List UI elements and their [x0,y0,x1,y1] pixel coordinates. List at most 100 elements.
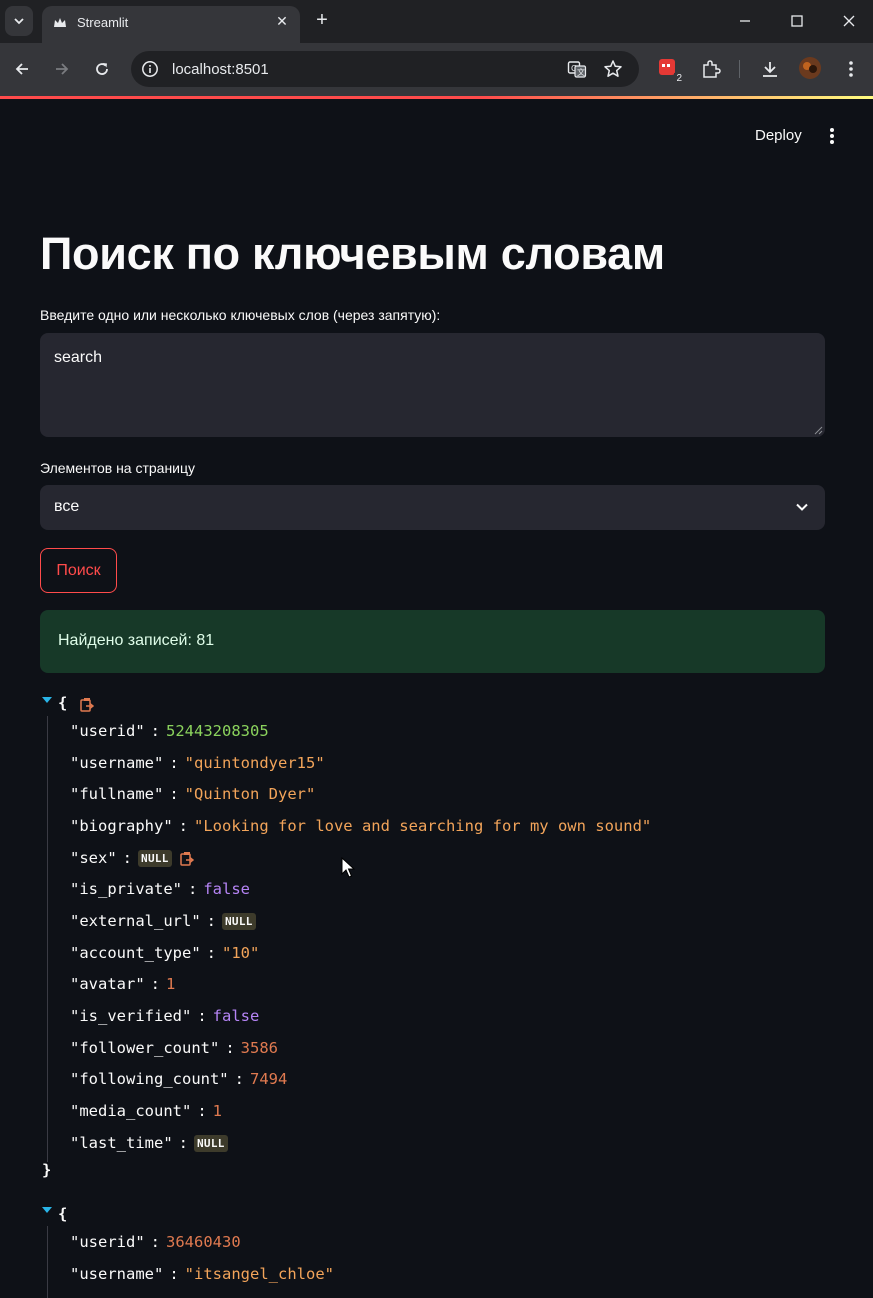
json-field-biography: "biography": "Looking for love and search… [70,816,651,836]
json-key: "is_private" [70,880,182,898]
json-key: "username" [70,754,164,772]
extensions-puzzle-icon[interactable] [700,58,722,80]
json-field-userid: "userid":52443208305 [70,721,269,741]
json-colon: : [206,912,216,930]
address-bar[interactable]: localhost:8501 G文 [131,51,639,87]
extension-badge-icon[interactable]: 2 [658,58,684,84]
json-colon: : [150,722,160,740]
result-alert: Найдено записей: 81 [40,610,825,673]
chevron-down-icon [796,503,808,511]
keywords-textarea[interactable]: search [40,333,825,437]
json-field-username: "username": "itsangel_chloe" [70,1264,334,1284]
json-key: "external_url" [70,912,201,930]
url-text: localhost:8501 [172,61,269,78]
json-colon: : [178,817,188,835]
streamlit-crown-icon [54,18,66,27]
profile-avatar-icon[interactable] [798,56,822,80]
json-open-brace: { [58,1205,68,1223]
json-value: "Looking for love and searching for my o… [194,817,652,835]
json-field-userid: "userid":36460430 [70,1232,241,1252]
json-field-media-count: "media_count":1 [70,1101,222,1121]
json-value: 3586 [240,1039,278,1057]
browser-menu-icon[interactable] [840,58,862,80]
json-key: "sex" [70,849,117,867]
new-tab-icon[interactable]: + [312,10,332,30]
json-open-brace: { [58,694,68,712]
browser-tab-bar: Streamlit ✕ + [0,0,873,43]
json-colon: : [169,1265,179,1283]
per-page-label: Элементов на страницу [40,460,196,476]
collapse-caret-icon[interactable] [42,697,52,703]
close-tab-icon[interactable]: ✕ [274,13,290,29]
json-value: "itsangel_chloe" [184,1265,334,1283]
json-key: "biography" [70,817,173,835]
resize-grip-icon[interactable] [814,426,823,435]
copy-icon[interactable] [179,851,194,866]
forward-arrow-icon[interactable] [50,57,74,81]
maximize-icon[interactable] [788,12,806,30]
json-colon: : [150,1233,160,1251]
tab-search-button[interactable] [5,6,33,36]
json-key: "userid" [70,1233,145,1251]
copy-icon[interactable] [80,697,94,712]
json-colon: : [187,880,198,898]
json-field-fullname: "fullname": "Quinton Dyer" [70,784,315,804]
browser-tab[interactable]: Streamlit ✕ [42,6,300,43]
json-colon: : [169,785,179,803]
per-page-select[interactable]: все [40,485,825,530]
tab-title: Streamlit [77,15,129,30]
json-close-brace: } [42,1161,52,1179]
json-key: "media_count" [70,1102,192,1120]
json-colon: : [197,1007,207,1025]
json-value: 1 [212,1102,223,1120]
extension-badge-count: 2 [674,73,684,84]
json-field-username: "username": "quintondyer15" [70,753,325,773]
json-field-avatar: "avatar":1 [70,974,175,994]
mouse-cursor-icon [341,857,355,878]
json-field-is-verified: "is_verified": false [70,1006,259,1026]
json-value: "Quinton Dyer" [184,785,316,803]
keywords-label: Введите одно или несколько ключевых слов… [40,307,441,323]
json-value: false [203,880,250,898]
reload-icon[interactable] [90,57,114,81]
result-count-text: Найдено записей: 81 [58,632,215,649]
json-colon: : [169,754,179,772]
chevron-down-icon [14,18,24,25]
streamlit-decoration-bar [0,96,873,99]
json-key: "is_verified" [70,1007,192,1025]
json-colon: : [225,1039,235,1057]
json-value: false [212,1007,260,1025]
json-null-badge: NULL [194,1134,228,1152]
json-colon: : [122,849,133,867]
collapse-caret-icon[interactable] [42,1207,52,1213]
json-field-sex: "sex": NULL [70,848,194,868]
json-field-follower-count: "follower_count":3586 [70,1038,278,1058]
json-key: "username" [70,1265,164,1283]
main-menu-icon[interactable] [826,126,838,146]
json-key: "fullname" [70,785,164,803]
search-button[interactable]: Поиск [40,548,117,593]
page-title: Поиск по ключевым словам [40,228,665,279]
bookmark-star-icon[interactable] [603,59,623,79]
json-key: "follower_count" [70,1039,220,1057]
translate-icon[interactable]: G文 [567,59,587,79]
json-key: "last_time" [70,1134,173,1152]
json-colon: : [150,975,160,993]
back-arrow-icon[interactable] [10,57,34,81]
close-window-icon[interactable] [840,12,858,30]
download-icon[interactable] [759,58,781,80]
json-field-external-url: "external_url": NULL [70,911,256,931]
minimize-icon[interactable] [736,12,754,30]
json-key: "userid" [70,722,145,740]
browser-toolbar: localhost:8501 G文 2 [0,43,873,96]
json-colon: : [206,944,216,962]
json-colon: : [234,1070,244,1088]
deploy-button[interactable]: Deploy [755,127,802,144]
json-field-is-private: "is_private": false [70,879,250,899]
json-indent-guide [47,716,48,1162]
json-colon: : [197,1102,207,1120]
json-indent-guide [47,1226,48,1298]
json-key: "avatar" [70,975,145,993]
site-info-icon[interactable] [141,60,159,78]
json-value: 36460430 [166,1233,241,1251]
